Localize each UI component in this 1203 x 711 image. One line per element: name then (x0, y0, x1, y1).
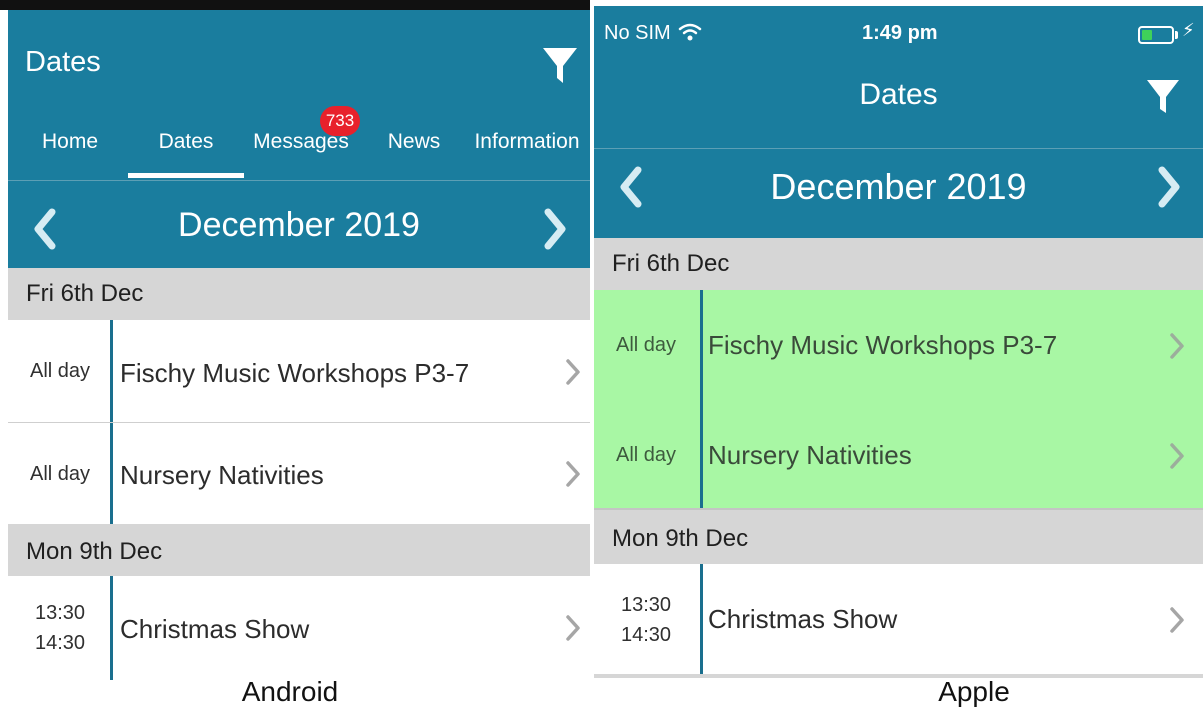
event-title: Christmas Show (708, 604, 898, 634)
event-title: Nursery Nativities (708, 440, 912, 470)
day-header-mon-9th: Mon 9th Dec (8, 524, 590, 576)
tab-selected-indicator (128, 173, 244, 178)
wifi-icon (678, 23, 702, 41)
filter-icon[interactable] (542, 46, 578, 86)
chevron-right-icon (566, 615, 580, 641)
charging-bolt-icon: ⚡ (1182, 20, 1195, 40)
timeline-line (700, 290, 703, 400)
day-header-fri-6th: Fri 6th Dec (8, 268, 590, 320)
event-title: Christmas Show (120, 614, 310, 644)
event-title: Fischy Music Workshops P3-7 (708, 330, 1058, 360)
chevron-right-icon[interactable] (1154, 166, 1184, 208)
event-time-start: 13:30 (34, 602, 86, 624)
day-header-mon-9th: Mon 9th Dec (594, 508, 1203, 564)
timeline-line (700, 400, 703, 508)
page-title: Dates (859, 78, 938, 111)
chevron-right-icon (1170, 607, 1184, 633)
messages-badge: 733 (320, 106, 360, 136)
event-time: All day (615, 444, 677, 466)
apple-app-header: No SIM 1:49 pm ⚡ Dates December 2019 (594, 6, 1203, 238)
header-divider (594, 148, 1203, 149)
event-row[interactable]: All day Nursery Nativities (8, 423, 590, 524)
page-title: Dates (25, 46, 101, 78)
event-row[interactable]: 13:30 14:30 Christmas Show (8, 576, 590, 680)
timeline-line (110, 423, 113, 524)
event-time: All day (29, 463, 91, 485)
battery-level (1142, 30, 1152, 40)
ios-status-bar: No SIM 1:49 pm ⚡ (594, 6, 1203, 62)
event-row[interactable]: 13:30 14:30 Christmas Show (594, 564, 1203, 674)
tab-dates[interactable]: Dates (128, 120, 244, 180)
event-row-highlighted[interactable]: All day Nursery Nativities (594, 400, 1203, 508)
tab-home[interactable]: Home (18, 120, 122, 180)
tab-divider (8, 180, 590, 181)
timeline-line (110, 320, 113, 422)
tab-news[interactable]: News (372, 120, 456, 180)
tab-bar: Home Dates Messages News Information (8, 120, 590, 180)
event-time: All day (615, 334, 677, 356)
month-label: December 2019 (770, 166, 1027, 207)
event-row-highlighted[interactable]: All day Fischy Music Workshops P3-7 (594, 290, 1203, 400)
status-time: 1:49 pm (862, 22, 938, 44)
chevron-right-icon (566, 359, 580, 385)
event-row[interactable]: All day Fischy Music Workshops P3-7 (8, 320, 590, 422)
timeline-line (700, 564, 703, 674)
filter-icon[interactable] (1146, 78, 1180, 116)
apple-caption: Apple (938, 676, 1010, 707)
android-app-header: Dates Home Dates Messages News Informati… (8, 10, 590, 268)
chevron-right-icon (1170, 443, 1184, 469)
event-title: Nursery Nativities (120, 460, 324, 490)
battery-tip (1175, 31, 1178, 39)
event-title: Fischy Music Workshops P3-7 (120, 358, 470, 388)
chevron-right-icon (1170, 333, 1184, 359)
event-time: All day (29, 360, 91, 382)
carrier-label: No SIM (604, 22, 671, 44)
apple-screen: No SIM 1:49 pm ⚡ Dates December 2019 Fri… (594, 0, 1203, 680)
chevron-right-icon[interactable] (540, 208, 570, 250)
month-label: December 2019 (178, 206, 420, 244)
day-header-fri-6th: Fri 6th Dec (594, 238, 1203, 290)
battery-icon (1138, 26, 1174, 44)
android-caption: Android (241, 676, 339, 707)
android-screen: Dates Home Dates Messages News Informati… (0, 0, 590, 680)
timeline-line (110, 576, 113, 680)
chevron-right-icon (566, 461, 580, 487)
event-time-start: 13:30 (620, 594, 672, 616)
android-status-bar (0, 0, 590, 10)
tab-information[interactable]: Information (464, 120, 590, 180)
event-time-end: 14:30 (34, 632, 86, 654)
event-time-end: 14:30 (620, 624, 672, 646)
month-navigator: December 2019 (8, 190, 590, 268)
